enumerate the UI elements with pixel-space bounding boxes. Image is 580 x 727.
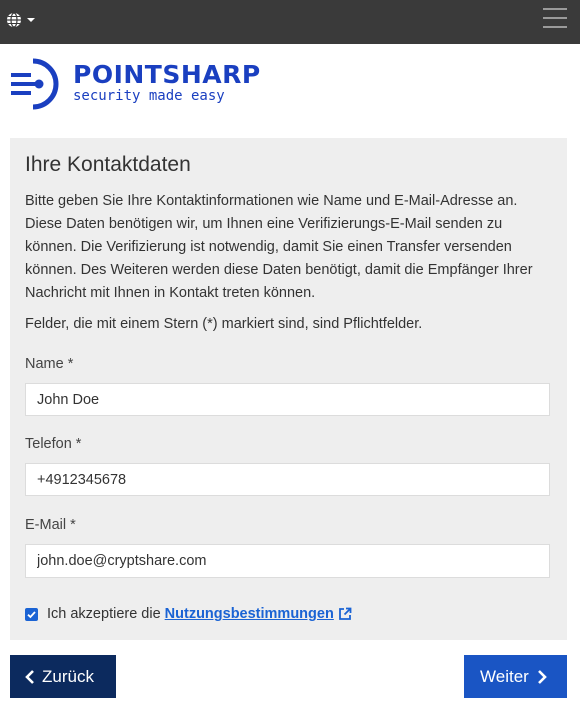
terms-link[interactable]: Nutzungsbestimmungen (165, 606, 334, 622)
checkmark-icon (27, 610, 36, 618)
phone-input[interactable] (25, 463, 550, 496)
terms-prefix-text: Ich akzeptiere die (47, 606, 161, 622)
logo-title: POINTSHARP (73, 60, 261, 89)
caret-down-icon (27, 18, 35, 22)
logo-subtitle: security made easy (73, 88, 225, 104)
contact-form-panel: Ihre Kontaktdaten Bitte geben Sie Ihre K… (10, 138, 567, 640)
chevron-left-icon (25, 669, 34, 684)
top-navbar (0, 0, 580, 44)
email-input[interactable] (25, 544, 550, 578)
globe-icon (7, 12, 21, 28)
email-label: E-Mail * (25, 517, 76, 533)
pointsharp-logo: POINTSHARP security made easy (10, 58, 280, 110)
hamburger-menu-icon (543, 8, 567, 10)
required-fields-note: Felder, die mit einem Stern (*) markiert… (25, 316, 423, 332)
terms-checkbox[interactable] (25, 607, 38, 621)
intro-text: Bitte geben Sie Ihre Kontaktinformatione… (25, 193, 533, 301)
page-title: Ihre Kontaktdaten (25, 153, 191, 176)
next-button-label: Weiter (480, 666, 529, 686)
external-link-icon (338, 607, 352, 620)
chevron-right-icon (537, 669, 547, 684)
next-button[interactable]: Weiter (464, 655, 567, 698)
name-label: Name * (25, 356, 74, 372)
back-button-label: Zurück (42, 666, 94, 686)
back-button[interactable]: Zurück (10, 655, 116, 698)
logo-mark-icon (11, 58, 59, 110)
name-input[interactable] (25, 383, 550, 416)
hamburger-menu-button[interactable] (543, 8, 569, 30)
terms-row: Ich akzeptiere die Nutzungsbestimmungen (25, 604, 352, 624)
phone-label: Telefon * (25, 436, 82, 452)
language-selector[interactable] (6, 10, 37, 30)
